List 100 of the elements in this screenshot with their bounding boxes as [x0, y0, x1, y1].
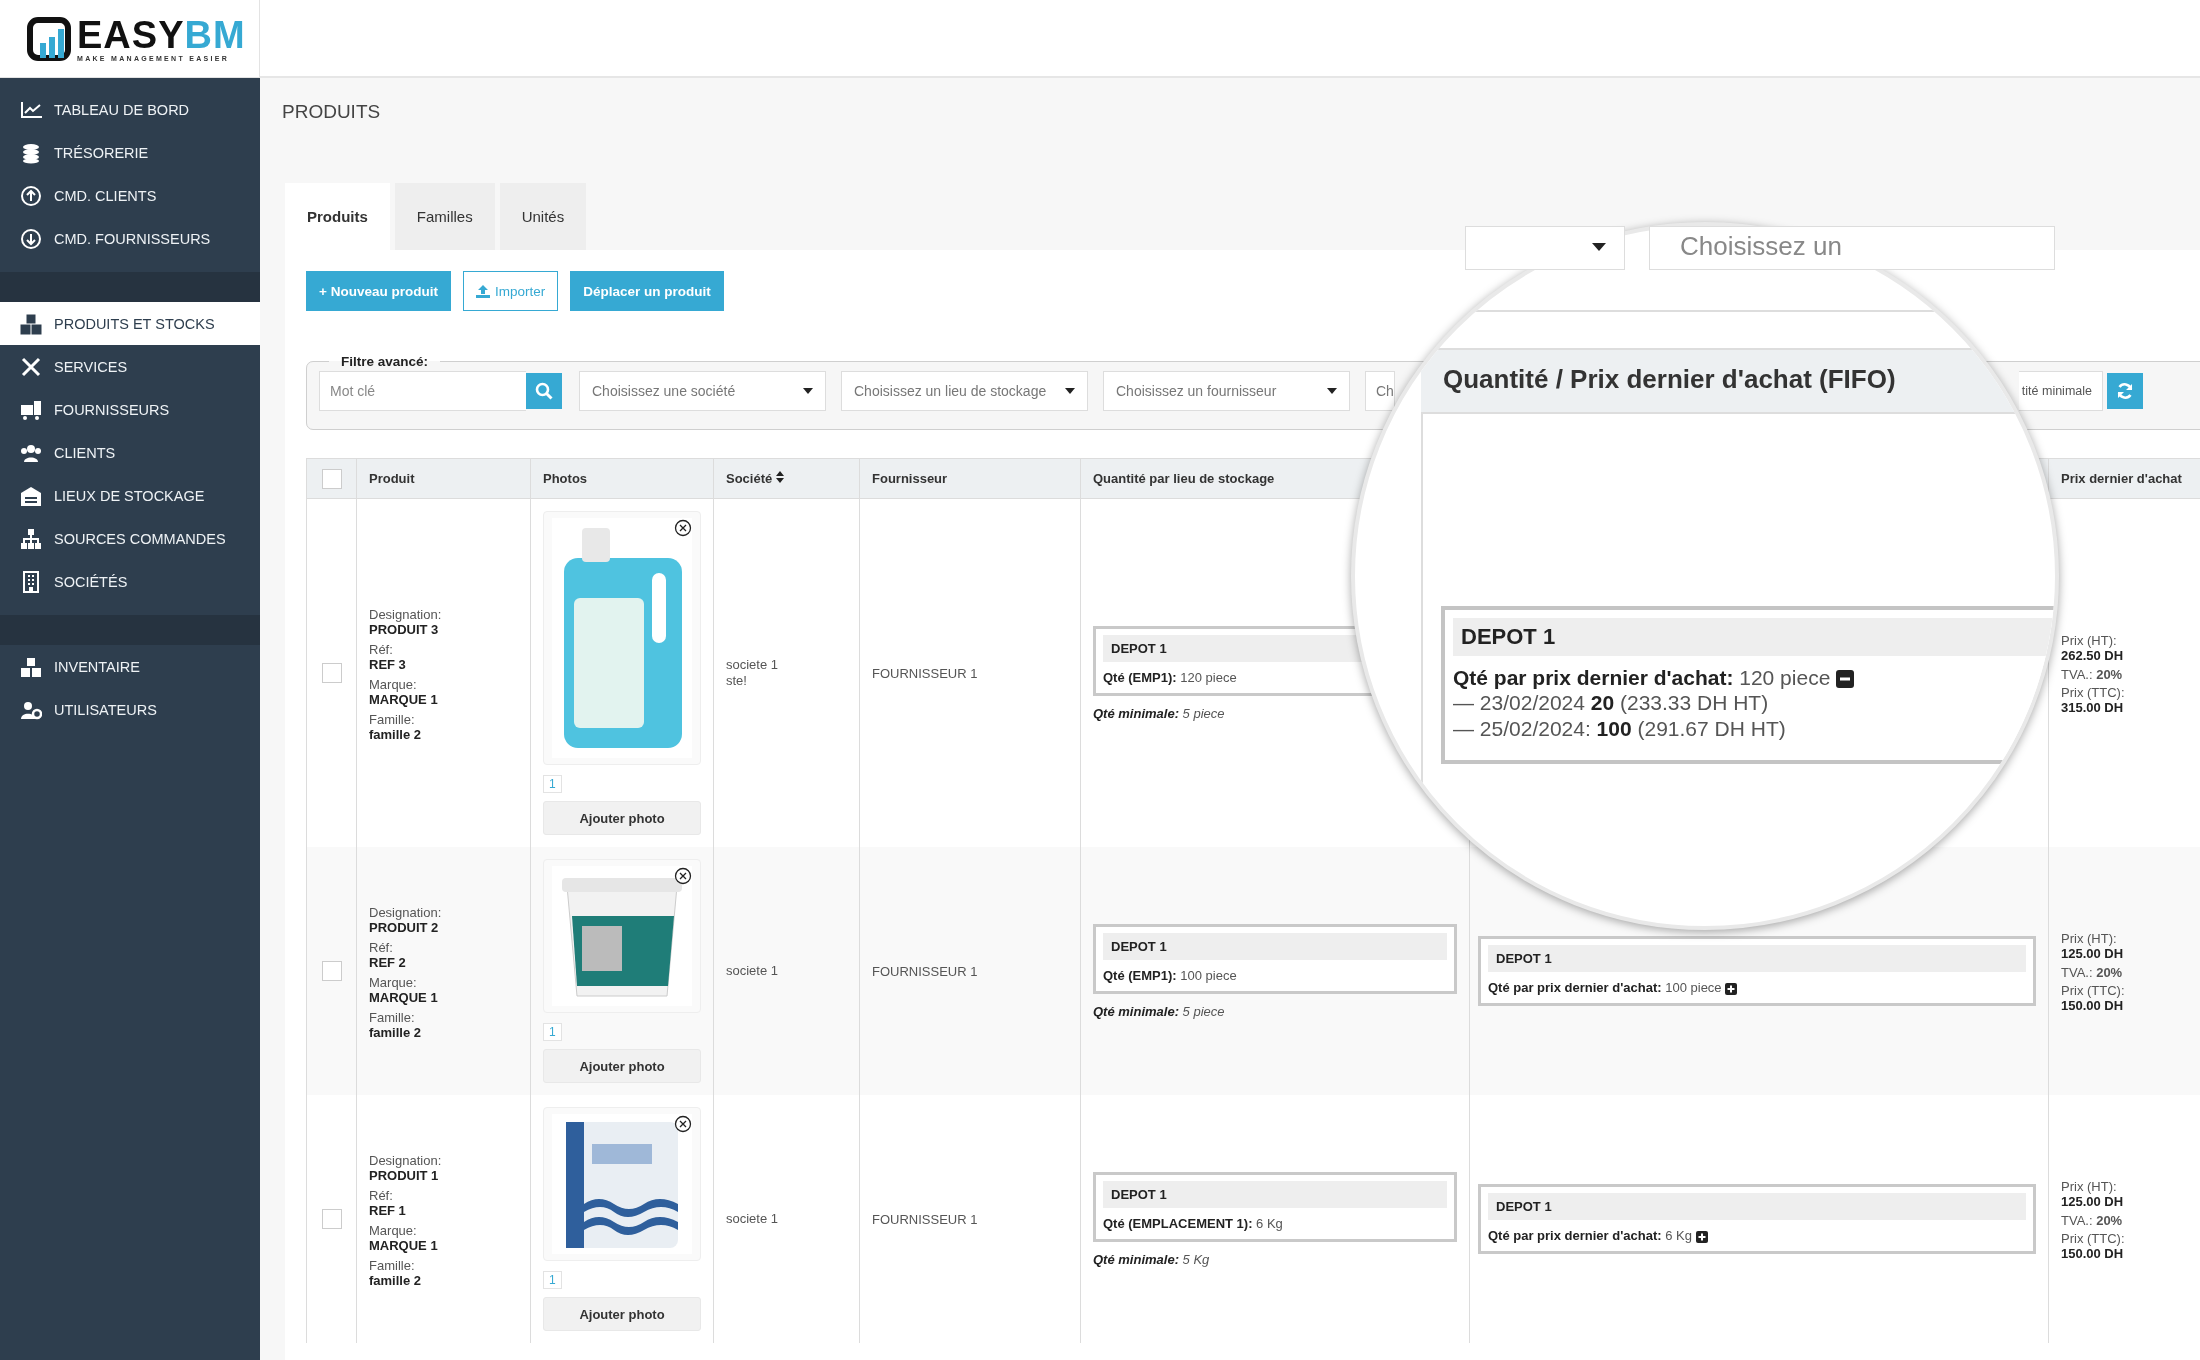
field-value: REF 1 [369, 1203, 407, 1219]
page-title: PRODUITS [282, 100, 382, 124]
plus-square-icon[interactable] [1725, 982, 1738, 995]
sidebar-item[interactable]: TABLEAU DE BORD [0, 88, 260, 131]
sidebar-item[interactable]: CMD. CLIENTS [0, 174, 260, 217]
remove-icon [674, 867, 692, 885]
price-value: 125.00 DH [2061, 946, 2125, 962]
price-value: 150.00 DH [2061, 1246, 2125, 1262]
minus-square-icon[interactable] [1836, 670, 1855, 689]
field-label: Réf: [369, 1188, 394, 1203]
sidebar-item[interactable]: SOURCES COMMANDES [0, 517, 260, 560]
sidebar-item[interactable]: INVENTAIRE [0, 645, 260, 688]
checkbox[interactable] [321, 961, 342, 981]
quantity-text: Qté par prix dernier d'achat: 100 piece [1488, 980, 2026, 995]
boxes-icon [20, 312, 42, 335]
search-icon [535, 382, 553, 400]
truck-icon [20, 398, 42, 421]
minimum-quantity-button[interactable]: tité minimale [2018, 371, 2103, 411]
field-value: MARQUE 1 [369, 692, 439, 708]
checkbox[interactable] [321, 468, 342, 489]
select-field[interactable]: Choisissez un [1649, 226, 2055, 270]
tax-text: TVA.: 20% [2061, 1213, 2124, 1228]
field-label: Prix (HT): [2061, 633, 2118, 648]
sidebar-item[interactable]: SERVICES [0, 345, 260, 388]
column-header: Photos [543, 471, 588, 486]
field-value: PRODUIT 2 [369, 920, 440, 936]
column-header: Fournisseur [872, 471, 948, 486]
caret-down-icon [1327, 388, 1337, 394]
field-value: PRODUIT 1 [369, 1168, 440, 1184]
sidebar-item[interactable]: TRÉSORERIE [0, 131, 260, 174]
building-icon [20, 570, 42, 593]
supplier-name: FOURNISSEUR 1 [872, 665, 978, 681]
plus-square-icon[interactable] [1695, 1230, 1708, 1243]
sidebar-item[interactable]: SOCIÉTÉS [0, 560, 260, 603]
tab[interactable]: Familles [394, 183, 495, 250]
field-label: Famille: [369, 712, 416, 727]
purchase-entry: — 25/02/2024: 100 (291.67 DH HT) [1453, 716, 1787, 742]
field-label: Famille: [369, 1010, 416, 1025]
quantity-text: Qté (EMP1): 120 piece [1103, 669, 1238, 685]
refresh-icon [2116, 382, 2134, 400]
field-value: famille 2 [369, 1025, 423, 1041]
price-value: 262.50 DH [2061, 648, 2125, 664]
boxes-icon [20, 655, 42, 678]
caret-down-icon [1065, 388, 1075, 394]
sidebar-item[interactable]: CMD. FOURNISSEURS [0, 217, 260, 260]
field-label: Prix (TTC): [2061, 983, 2126, 998]
minimum-quantity-text: Qté minimale: 5 Kg [1093, 1251, 1211, 1267]
select-field[interactable]: Choisissez un fournisseur [1103, 371, 1350, 411]
select-field[interactable]: Ch [1365, 371, 1395, 411]
refresh-button[interactable] [2107, 373, 2143, 409]
sidebar-item[interactable]: CLIENTS [0, 431, 260, 474]
field-label: Prix (TTC): [2061, 1231, 2126, 1246]
column-header: Prix dernier d'achat [2061, 471, 2182, 486]
tab[interactable]: Unités [499, 183, 587, 250]
depot-title: DEPOT 1 [1488, 945, 2026, 972]
column-header[interactable]: Société [726, 471, 784, 486]
tab[interactable]: Produits [285, 183, 390, 250]
field-label: Marque: [369, 677, 418, 692]
field-label: Réf: [369, 642, 394, 657]
field-label: Prix (HT): [2061, 931, 2118, 946]
company-name: ste! [726, 673, 748, 689]
supplier-name: FOURNISSEUR 1 [872, 963, 978, 979]
select-field[interactable]: Choisissez un lieu de stockage [841, 371, 1088, 411]
search-button[interactable] [526, 373, 562, 409]
select-field[interactable] [1465, 226, 1625, 270]
sidebar-item[interactable]: FOURNISSEURS [0, 388, 260, 431]
sidebar-item[interactable]: UTILISATEURS [0, 688, 260, 731]
caret-down-icon [803, 388, 813, 394]
checkbox[interactable] [321, 1209, 342, 1229]
add-photo-button[interactable]: Ajouter photo [543, 801, 701, 835]
add-photo-button[interactable]: Ajouter photo [543, 1049, 701, 1083]
price-value: 125.00 DH [2061, 1194, 2125, 1210]
add-photo-button[interactable]: Ajouter photo [543, 1297, 701, 1331]
select-field[interactable]: Choisissez une société [579, 371, 826, 411]
field-label: Designation: [369, 1153, 443, 1168]
hierarchy-icon [20, 527, 42, 550]
checkbox[interactable] [321, 663, 342, 683]
field-label: Marque: [369, 1223, 418, 1238]
keyword-field[interactable]: Mot clé [319, 371, 526, 411]
column-header: Produit [369, 471, 415, 486]
field-value: REF 3 [369, 657, 407, 673]
field-value: PRODUIT 3 [369, 622, 440, 638]
quantity-text: Qté (EMP1): 100 piece [1103, 967, 1238, 983]
price-value: 150.00 DH [2061, 998, 2125, 1014]
tax-text: TVA.: 20% [2061, 667, 2124, 682]
remove-icon [674, 519, 692, 537]
sidebar-item[interactable]: LIEUX DE STOCKAGE [0, 474, 260, 517]
quantity-text: Qté par prix dernier d'achat: 6 Kg [1488, 1228, 2026, 1243]
field-value: REF 2 [369, 955, 407, 971]
upload-icon [475, 284, 490, 298]
field-label: Famille: [369, 1258, 416, 1273]
column-header: Quantité par lieu de stockage [1093, 471, 1275, 486]
company-name: societe 1 [726, 1211, 780, 1227]
filter-legend: Filtre avancé: [329, 354, 441, 369]
minimum-quantity-text: Qté minimale: 5 piece [1093, 1003, 1226, 1019]
purchase-entry: — 23/02/2024 20 (233.33 DH HT) [1453, 690, 1770, 716]
company-name: societe 1 [726, 657, 780, 673]
sidebar-item[interactable]: PRODUITS ET STOCKS [0, 302, 260, 345]
field-label: Prix (HT): [2061, 1179, 2118, 1194]
field-value: famille 2 [369, 1273, 423, 1289]
